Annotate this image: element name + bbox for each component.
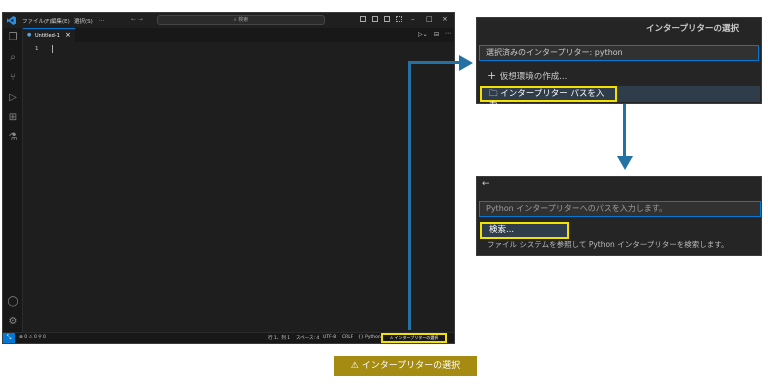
testing-icon[interactable]: ⚗: [7, 132, 19, 144]
indentation[interactable]: スペース: 4: [296, 335, 319, 341]
flow-arrow-2-vertical: [623, 104, 626, 158]
toggle-sidebar-icon[interactable]: [360, 16, 366, 22]
toggle-secondary-sidebar-icon[interactable]: [384, 16, 390, 22]
status-bar: ⤡ ⊗ 0 ⚠ 0 ⚲ 0 行 1、列 1 スペース: 4 UTF-8 CRLF…: [3, 332, 454, 343]
problems-counter[interactable]: ⊗ 0 ⚠ 0 ⚲ 0: [19, 335, 46, 340]
settings-gear-icon[interactable]: ⚙: [7, 316, 19, 328]
nav-arrows[interactable]: ← →: [131, 16, 143, 23]
create-venv-label: 仮想環境の作成...: [499, 72, 568, 82]
title-bar: ファイル(F) 編集(E) 選択(S) ... ← → ⌕ 検索 – □ ×: [3, 13, 454, 28]
close-window-icon[interactable]: ×: [442, 15, 448, 23]
quickpick-title: インタープリターの選択: [646, 24, 739, 34]
menu-file[interactable]: ファイル(F): [22, 17, 51, 25]
encoding[interactable]: UTF-8: [323, 335, 336, 340]
command-center-label: 検索: [238, 17, 249, 23]
toggle-panel-icon[interactable]: [372, 16, 378, 22]
search-icon[interactable]: ⌕: [7, 52, 19, 64]
flow-arrow-1-vertical: [408, 62, 411, 330]
file-dot-icon: ●: [27, 32, 32, 38]
maximize-icon[interactable]: □: [426, 15, 433, 23]
explorer-icon[interactable]: ❐: [7, 32, 19, 44]
enter-path-option-row[interactable]: 🗀 インタープリター パスを入力...: [480, 86, 760, 111]
line-number: 1: [35, 46, 39, 52]
flow-arrow-1-head: [459, 55, 473, 71]
flow-arrow-2-head: [617, 156, 633, 170]
activity-bar: ❐ ⌕ ⑂ ▷ ⊞ ⚗ ◯ ⚙: [3, 28, 23, 332]
tab-untitled-1[interactable]: ● Untitled-1 ×: [23, 28, 75, 42]
tab-close-icon[interactable]: ×: [65, 31, 71, 39]
interpreter-input[interactable]: 選択済みのインタープリター: python: [479, 45, 759, 61]
editor-area[interactable]: [49, 42, 454, 332]
account-icon[interactable]: ◯: [7, 296, 19, 308]
enter-path-quickpick: ← Python インタープリターへのパスを入力します。 検索... ファイル …: [476, 176, 762, 256]
tab-label: Untitled-1: [35, 33, 60, 39]
run-debug-icon[interactable]: ▷: [7, 92, 19, 104]
extensions-icon[interactable]: ⊞: [7, 112, 19, 124]
select-interpreter-quickpick: インタープリターの選択 選択済みのインタープリター: python + 仮想環境…: [476, 17, 762, 111]
vscode-logo-icon: [7, 16, 16, 25]
source-control-icon[interactable]: ⑂: [7, 72, 19, 84]
path-input[interactable]: Python インタープリターへのパスを入力します。: [479, 201, 761, 217]
create-venv-option[interactable]: + 仮想環境の作成...: [487, 69, 567, 82]
menu-selection[interactable]: 選択(S): [74, 17, 93, 25]
command-center-search[interactable]: ⌕ 検索: [157, 15, 325, 25]
search-option-description: ファイル システムを参照して Python インタープリターを検索します。: [487, 240, 729, 249]
layout-icon[interactable]: [396, 16, 402, 22]
select-interpreter-callout: ⚠ インタープリターの選択: [334, 356, 477, 376]
enter-path-label: インタープリター パスを入力...: [489, 89, 605, 111]
flow-arrow-1-horizontal: [408, 61, 460, 64]
split-editor-icon[interactable]: ⊟: [434, 31, 439, 38]
menu-more[interactable]: ...: [99, 17, 104, 23]
minimize-icon[interactable]: –: [411, 15, 415, 23]
back-arrow-icon[interactable]: ←: [482, 179, 490, 189]
remote-indicator-icon[interactable]: ⤡: [3, 333, 15, 343]
tab-bar: ● Untitled-1 × ▷⌄ ⊟ ⋯: [23, 28, 454, 42]
select-interpreter-status-button[interactable]: ⚠ インタープリターの選択: [381, 333, 447, 343]
language-mode[interactable]: {} Python: [358, 335, 381, 340]
run-dropdown-icon[interactable]: ▷⌄: [418, 31, 428, 38]
enter-path-option-highlight[interactable]: 🗀 インタープリター パスを入力...: [480, 86, 617, 111]
vscode-window: ファイル(F) 編集(E) 選択(S) ... ← → ⌕ 検索 – □ × ❐…: [2, 12, 455, 344]
line-ending[interactable]: CRLF: [342, 335, 353, 340]
plus-icon: +: [487, 69, 500, 82]
more-actions-icon[interactable]: ⋯: [445, 30, 451, 37]
menu-edit[interactable]: 編集(E): [51, 17, 70, 25]
cursor-position[interactable]: 行 1、列 1: [268, 335, 290, 341]
folder-icon: 🗀: [489, 89, 501, 99]
search-option-highlight[interactable]: 検索...: [480, 222, 569, 239]
